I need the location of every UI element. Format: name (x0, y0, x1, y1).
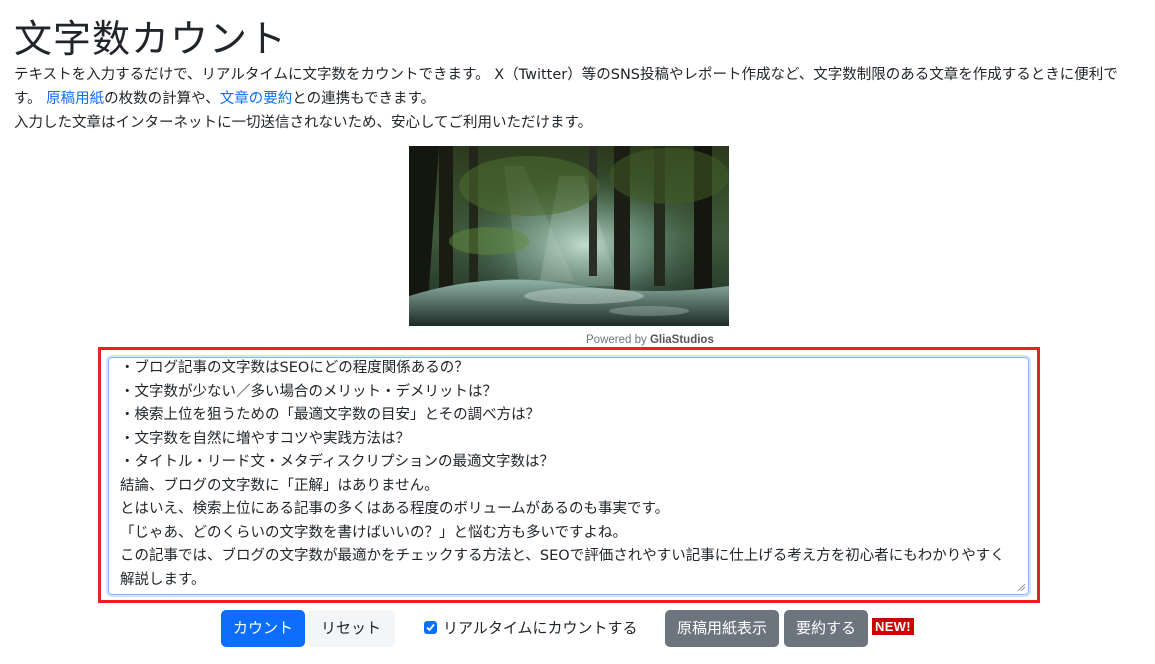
text-line: この記事では、ブログの文字数が最適かをチェックする方法と、SEOで評価されやすい… (120, 548, 1005, 588)
intro-text: テキストを入力するだけで、リアルタイムに文字数をカウントできます。 X（Twit… (14, 63, 1144, 135)
realtime-label: リアルタイムにカウントする (443, 619, 638, 637)
text-line: ・検索上位を狙うための「最適文字数の目安」とその調べ方は？ (120, 407, 541, 423)
powered-by-label: Powered by GliaStudios (586, 334, 714, 346)
new-badge: NEW! (872, 618, 914, 635)
summarize-button[interactable]: 要約する (784, 610, 868, 647)
reset-button[interactable]: リセット (307, 610, 395, 647)
control-bar: カウント リセット リアルタイムにカウントする 原稿用紙表示 要約する NEW! (0, 610, 1155, 650)
text-line: ・文字数を自然に増やすコツや実践方法は？ (120, 430, 410, 447)
ad-video[interactable] (409, 146, 729, 326)
text-line: ・文字数が少ない／多い場合のメリット・デメリットは？ (120, 383, 497, 400)
realtime-checkbox[interactable] (424, 621, 437, 634)
page-title: 文字数カウント (14, 17, 288, 61)
text-line: 結論、ブログの文字数に「正解」はありません。 (120, 477, 439, 494)
powered-prefix: Powered by (586, 334, 650, 346)
genko-view-button[interactable]: 原稿用紙表示 (665, 610, 779, 647)
intro-text-2: の枚数の計算や、 (104, 91, 220, 107)
text-line: 「じゃあ、どのくらいの文字数を書けばいいの？」と悩む方も多いですよね。 (120, 524, 628, 541)
checkmark-icon (426, 623, 435, 632)
intro-privacy-note: 入力した文章はインターネットに一切送信されないため、安心してご利用いただけます。 (14, 115, 593, 131)
summary-link[interactable]: 文章の要約 (220, 91, 293, 107)
resize-handle-icon[interactable] (1017, 583, 1026, 592)
powered-brand: GliaStudios (649, 334, 714, 346)
text-input-area[interactable]: ・ブログ記事の文字数はSEOにどの程度関係あるの？ ・文字数が少ない／多い場合のメ… (108, 357, 1029, 595)
forest-video-image (409, 146, 729, 326)
text-line: 読み終えるころには、「何文字書けばいいの？」というモヤモヤがスッキリ解消し、理想… (120, 592, 1010, 594)
text-line: とはいえ、検索上位にある記事の多くはある程度のボリュームがあるのも事実です。 (120, 501, 670, 517)
text-input-content[interactable]: ・ブログ記事の文字数はSEOにどの程度関係あるの？ ・文字数が少ない／多い場合のメ… (120, 358, 1010, 594)
genko-link[interactable]: 原稿用紙 (46, 91, 104, 107)
text-line: ・ブログ記事の文字数はSEOにどの程度関係あるの？ (120, 360, 469, 376)
intro-text-3: との連携もできます。 (292, 91, 436, 107)
text-line: ・タイトル・リード文・メタディスクリプションの最適文字数は？ (120, 454, 554, 470)
count-button[interactable]: カウント (221, 610, 305, 647)
